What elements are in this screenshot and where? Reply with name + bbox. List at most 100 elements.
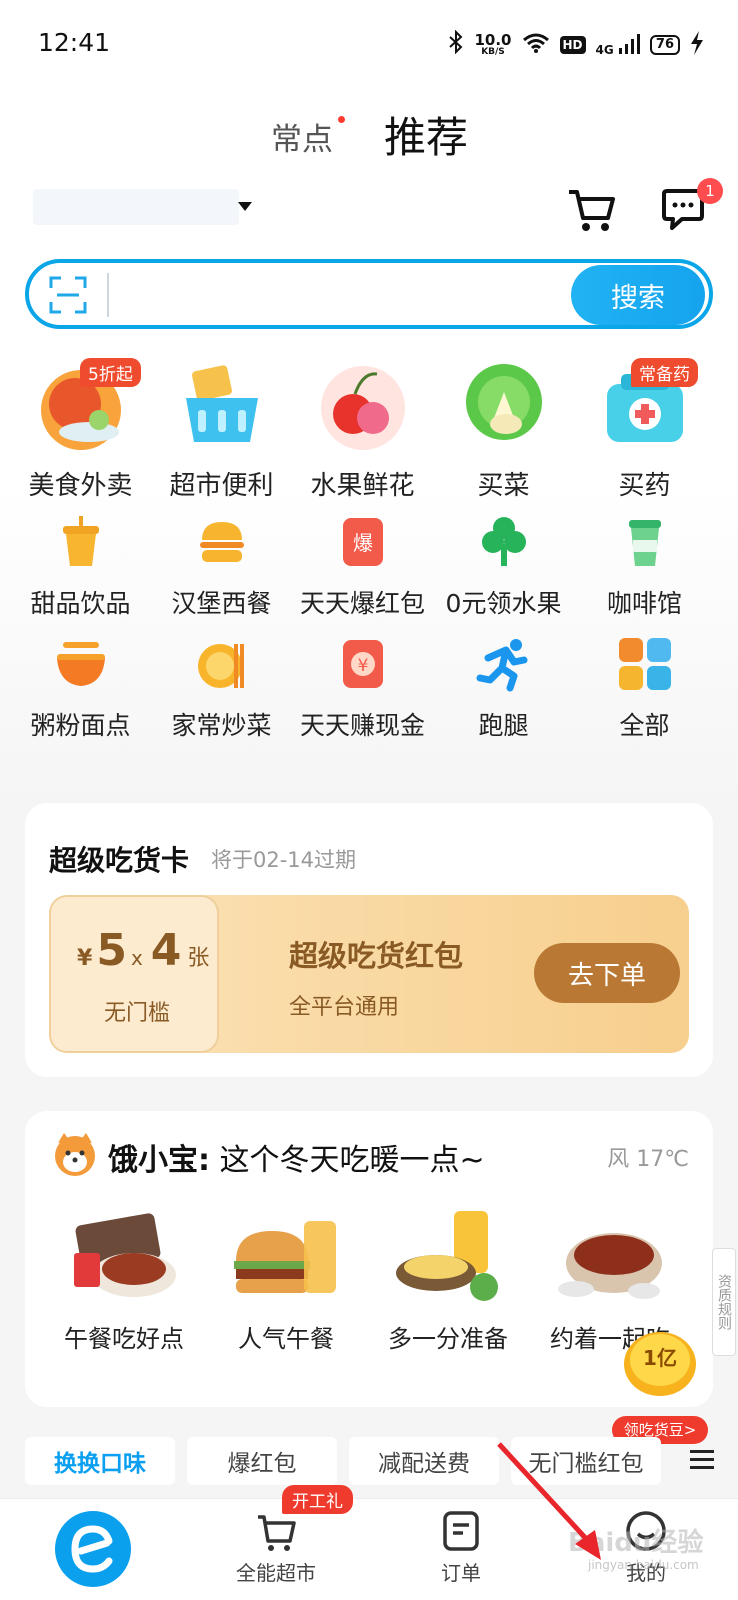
filter-tab-baohongbao[interactable]: 爆红包 — [187, 1437, 337, 1485]
category-label: 全部 — [619, 711, 670, 740]
status-time: 12:41 — [38, 28, 111, 57]
category-label: 跑腿 — [478, 711, 529, 740]
category-row-3: 粥粉面点 家常炒菜 ¥ 天天赚现金 跑腿 全部 — [10, 630, 728, 752]
runner-icon — [476, 639, 527, 692]
search-bar[interactable]: 搜索 — [25, 259, 713, 329]
category-maicai[interactable]: 买菜 — [433, 358, 574, 508]
category-label: 甜品饮品 — [30, 589, 131, 618]
noodle-bowl-icon — [56, 642, 105, 686]
charging-icon — [690, 30, 704, 60]
category-zhuanxianjin[interactable]: ¥ 天天赚现金 — [292, 630, 433, 752]
category-label: 汉堡西餐 — [171, 589, 272, 618]
category-kafei[interactable]: 咖啡馆 — [574, 508, 715, 630]
mascot-avatar-icon — [55, 1133, 95, 1176]
category-label: 买菜 — [477, 471, 530, 501]
coupon-amount: 5 — [96, 925, 127, 976]
category-lingshuiguo[interactable]: 0元领水果 — [433, 508, 574, 630]
category-label: 买药 — [618, 471, 671, 501]
ele-item-list: 午餐吃好点 人气午餐 多一分准备 约着一起吃 — [43, 1201, 703, 1354]
category-chaocai[interactable]: 家常炒菜 — [151, 630, 292, 752]
category-label: 咖啡馆 — [606, 589, 682, 618]
ele-item-prepare[interactable]: 多一分准备 — [367, 1201, 529, 1354]
category-hanbao[interactable]: 汉堡西餐 — [151, 508, 292, 630]
shopping-basket-icon — [185, 365, 258, 442]
caret-down-icon[interactable] — [238, 202, 252, 211]
weather-text: 风 17℃ — [607, 1147, 689, 1172]
coupon-value: ¥ 5 x 4 张 — [77, 925, 209, 976]
category-row-2: 甜品饮品 汉堡西餐 爆 天天爆红包 0元领水果 咖啡馆 — [10, 508, 728, 630]
coupon[interactable]: ¥ 5 x 4 张 无门槛 超级吃货红包 全平台通用 去下单 — [49, 895, 689, 1053]
ele-item-lunch[interactable]: 午餐吃好点 — [43, 1201, 205, 1354]
foodie-beans-float[interactable]: 1亿 领吃货豆> — [612, 1320, 708, 1450]
ele-item-label: 多一分准备 — [388, 1325, 508, 1353]
red-arrow-annotation — [497, 1442, 601, 1560]
menu-icon[interactable] — [688, 1446, 716, 1474]
food-image — [234, 1221, 336, 1293]
category-zhoufen[interactable]: 粥粉面点 — [10, 630, 151, 752]
category-paotui[interactable]: 跑腿 — [433, 630, 574, 752]
category-label: 粥粉面点 — [30, 711, 131, 740]
nav-badge: 开工礼 — [282, 1485, 353, 1514]
burger-icon — [199, 522, 244, 562]
signal-icon: 4G — [595, 33, 640, 57]
coupon-title: 超级吃货红包 — [289, 939, 464, 973]
plate-chopsticks-icon — [197, 644, 244, 688]
cart-icon[interactable] — [566, 186, 616, 234]
location-selector[interactable] — [33, 189, 239, 225]
category-meishi[interactable]: 5折起 美食外卖 — [10, 358, 151, 508]
net-speed: 10.0 KB/S — [474, 33, 511, 57]
category-shuiguo[interactable]: 水果鲜花 — [292, 358, 433, 508]
category-maiyao[interactable]: 常备药 买药 — [574, 358, 715, 508]
coupon-threshold: 无门槛 — [104, 1001, 171, 1026]
home-logo-icon[interactable] — [55, 1511, 131, 1587]
wifi-icon — [522, 32, 550, 58]
battery-icon: 76 — [649, 35, 680, 55]
super-card-title: 超级吃货卡 — [49, 844, 190, 877]
category-grid: 5折起 美食外卖 超市便利 水果鲜花 买菜 常备药 买药 甜品饮品 汉堡西餐 爆… — [10, 358, 728, 752]
search-input[interactable] — [123, 277, 583, 313]
category-label: 家常炒菜 — [171, 711, 272, 740]
message-badge: 1 — [697, 178, 723, 204]
basket-icon — [258, 1515, 296, 1551]
tab-changdian[interactable]: 常点 — [271, 114, 333, 159]
status-bar: 12:41 10.0 KB/S HD 4G 76 — [0, 0, 738, 90]
nav-label: 全能超市 — [236, 1561, 316, 1585]
category-label: 美食外卖 — [28, 471, 133, 501]
food-image — [396, 1211, 498, 1301]
category-label: 0元领水果 — [445, 589, 562, 618]
red-envelope-icon: 爆 — [342, 518, 383, 566]
order-icon — [443, 1511, 479, 1551]
coupon-yen: ¥ — [77, 946, 93, 971]
category-badge: 常备药 — [631, 358, 698, 387]
super-card-expire: 将于02-14过期 — [211, 848, 357, 872]
category-baohongbao[interactable]: 爆 天天爆红包 — [292, 508, 433, 630]
filter-tabs: 换换口味 爆红包 减配送费 无门槛红包 — [25, 1437, 725, 1485]
category-badge: 5折起 — [80, 358, 141, 387]
cherry-flower-icon — [320, 366, 405, 450]
ele-recommend-card: 饿小宝: 这个冬天吃暖一点~ 风 17℃ 午餐吃好点 人气午餐 多一分准备 约着… — [25, 1111, 713, 1407]
search-button[interactable]: 搜索 — [571, 265, 705, 325]
nav-label: 订单 — [441, 1561, 481, 1585]
tree-icon — [481, 517, 526, 566]
net-speed-value: 10.0 — [474, 31, 512, 49]
scan-icon[interactable] — [49, 276, 87, 314]
category-tianpin[interactable]: 甜品饮品 — [10, 508, 151, 630]
filter-tab-jianpeisong[interactable]: 减配送费 — [349, 1437, 499, 1485]
net-type: 4G — [595, 42, 614, 57]
hd-icon: HD — [559, 36, 586, 54]
category-row-1: 5折起 美食外卖 超市便利 水果鲜花 买菜 常备药 买药 — [10, 358, 728, 508]
ele-item-popular[interactable]: 人气午餐 — [205, 1201, 367, 1354]
qualification-rules-tag[interactable]: 资质规则 — [712, 1248, 736, 1356]
mascot-name: 饿小宝: — [108, 1143, 210, 1178]
filter-tab-huanhuankouwei[interactable]: 换换口味 — [25, 1437, 175, 1485]
category-label: 水果鲜花 — [310, 471, 415, 501]
vegetable-icon — [465, 364, 542, 440]
category-quanbu[interactable]: 全部 — [574, 630, 715, 752]
envelope-glyph: ¥ — [357, 656, 368, 676]
place-order-button[interactable]: 去下单 — [534, 943, 680, 1003]
envelope-glyph: 爆 — [353, 531, 373, 555]
category-chaoshi[interactable]: 超市便利 — [151, 358, 292, 508]
nav-supermarket[interactable]: 全能超市 — [216, 1509, 336, 1586]
coupon-count: 4 — [150, 925, 182, 976]
tab-tuijian[interactable]: 推荐 — [384, 104, 468, 165]
